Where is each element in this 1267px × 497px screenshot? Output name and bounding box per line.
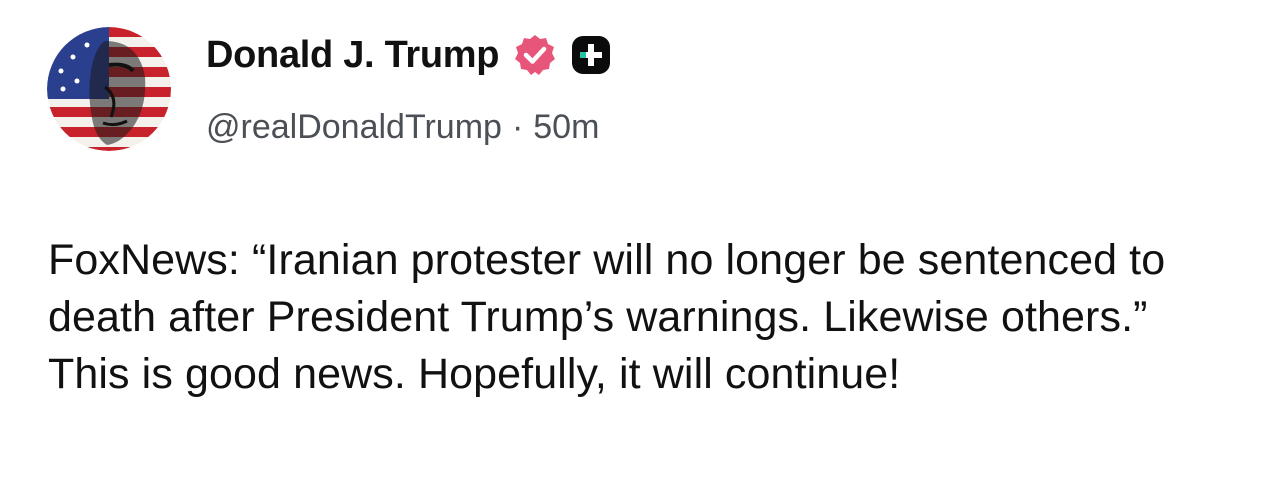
post-body: FoxNews: “Iranian protester will no long… <box>48 236 1166 398</box>
avatar-image <box>47 27 171 151</box>
post-timestamp[interactable]: 50m <box>533 108 599 147</box>
author-row: Donald J. Trump <box>206 30 611 80</box>
post-card: Donald J. Trump @realDonaldTrump · 50m F… <box>0 0 1267 497</box>
truth-plus-icon <box>571 35 611 75</box>
author-handle[interactable]: @realDonaldTrump <box>206 108 502 147</box>
author-meta: @realDonaldTrump · 50m <box>206 104 599 150</box>
verified-badge-icon <box>513 33 557 77</box>
display-name[interactable]: Donald J. Trump <box>206 34 500 77</box>
avatar[interactable] <box>47 27 171 151</box>
meta-separator: · <box>511 107 524 146</box>
